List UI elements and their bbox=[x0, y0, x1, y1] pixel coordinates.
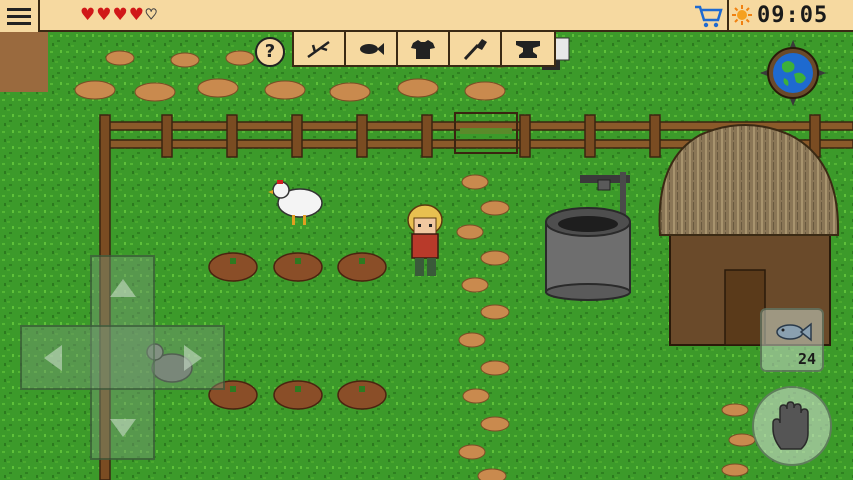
fish-icon bbox=[360, 42, 384, 55]
arrow-right-icon bbox=[183, 344, 202, 371]
heart-empty-icon: ♥ bbox=[145, 7, 159, 24]
heart-icon: ♥ bbox=[112, 5, 128, 25]
heart-icon: ♥ bbox=[80, 5, 96, 25]
health-hearts: ♥ ♥ ♥ ♥ ♥ bbox=[80, 5, 158, 25]
heart-icon: ♥ bbox=[128, 5, 144, 25]
anvil-icon bbox=[516, 40, 540, 58]
menu-button[interactable] bbox=[0, 0, 40, 32]
arrow-left-icon bbox=[43, 344, 62, 371]
craft-tab-anvil[interactable] bbox=[502, 32, 554, 65]
status-bar: ♥ ♥ ♥ ♥ ♥ 09:05 bbox=[0, 0, 853, 32]
dpad-left[interactable] bbox=[20, 325, 85, 390]
dpad-up[interactable] bbox=[90, 255, 155, 320]
fish-icon bbox=[776, 322, 812, 342]
heart-icon: ♥ bbox=[96, 5, 112, 25]
branch-icon bbox=[307, 40, 330, 58]
hand-icon bbox=[772, 401, 809, 450]
craft-tab-shovel[interactable] bbox=[450, 32, 502, 65]
dpad-down[interactable] bbox=[90, 395, 155, 460]
compass-icon[interactable] bbox=[760, 40, 826, 106]
topbar-divider bbox=[727, 0, 729, 32]
quick-item-slot[interactable]: 24 bbox=[760, 308, 824, 372]
shovel-icon bbox=[463, 38, 487, 60]
arrow-up-icon bbox=[109, 278, 136, 297]
dpad bbox=[20, 255, 225, 460]
arrow-down-icon bbox=[109, 418, 136, 437]
craft-toolbar bbox=[292, 32, 556, 67]
cart-icon[interactable] bbox=[693, 3, 723, 29]
menu-icon-line bbox=[7, 7, 31, 11]
dpad-right[interactable] bbox=[160, 325, 225, 390]
craft-tab-shirt[interactable] bbox=[398, 32, 450, 65]
sun-icon bbox=[732, 5, 752, 25]
game-clock: 09:05 bbox=[757, 3, 829, 28]
craft-tab-branch[interactable] bbox=[294, 32, 346, 65]
dirt-corner bbox=[0, 32, 48, 92]
help-button[interactable]: ? bbox=[255, 37, 285, 67]
craft-tab-fish[interactable] bbox=[346, 32, 398, 65]
menu-icon-line bbox=[7, 14, 31, 18]
menu-icon-line bbox=[7, 21, 31, 25]
item-count: 24 bbox=[797, 350, 816, 368]
action-button[interactable] bbox=[752, 386, 832, 466]
shirt-icon bbox=[411, 39, 435, 59]
